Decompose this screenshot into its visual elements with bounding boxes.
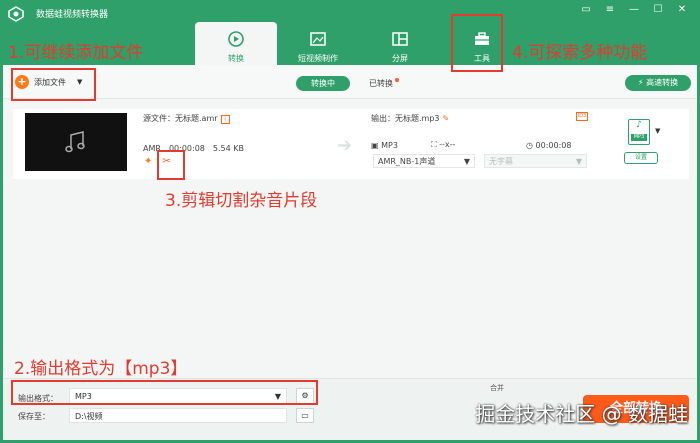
- resolution-icon: ⛶: [431, 140, 437, 149]
- output-file-label: 输出：无标题.mp3: [371, 114, 440, 123]
- menu-icon[interactable]: ≡: [604, 4, 616, 15]
- pencil-icon[interactable]: ✎: [443, 114, 450, 123]
- annotation-box-cut: [157, 150, 185, 180]
- source-size: 5.54 KB: [212, 144, 244, 153]
- info-icon[interactable]: i: [220, 115, 230, 124]
- app-title: 数据蛙视频转换器: [36, 10, 109, 20]
- clock-icon: ◷: [526, 140, 533, 150]
- tab-converting[interactable]: 转换中: [296, 76, 350, 91]
- output-duration: 00:00:08: [535, 140, 572, 150]
- output-format-icon[interactable]: ♪ MP3: [628, 119, 650, 145]
- notification-dot: [395, 78, 399, 82]
- output-resolution: --x--: [439, 140, 456, 149]
- split-screen-icon: [392, 32, 408, 46]
- convert-icon: [228, 31, 244, 47]
- magic-wand-icon[interactable]: ✦: [144, 156, 152, 167]
- annotation-3: 3.剪辑切割杂音片段: [165, 191, 318, 211]
- codec-value: AMR_NB-1声道: [378, 156, 436, 166]
- chevron-down-icon: ▼: [463, 156, 470, 166]
- main-panel: + 添加文件 ▼ 转换中 已转换 ⚡ 高速转换 源文件：无标题.amr i AMR…: [3, 65, 697, 378]
- file-icon: ▣: [371, 140, 379, 150]
- watermark: 掘金技术社区 @ 数据蛙: [475, 402, 688, 426]
- app-logo: [8, 6, 24, 22]
- annotation-box-add-file: [11, 68, 96, 101]
- save-to-label: 保存至：: [18, 412, 50, 421]
- arrow-right-icon: ➔: [337, 135, 353, 156]
- maximize-icon[interactable]: ☐: [652, 4, 664, 15]
- output-format: MP3: [381, 140, 398, 150]
- toolbar: + 添加文件 ▼ 转换中 已转换 ⚡ 高速转换: [3, 65, 697, 99]
- chevron-down-icon[interactable]: ▼: [655, 127, 660, 135]
- minimize-icon[interactable]: —: [628, 4, 640, 15]
- annotation-box-format: [11, 380, 318, 405]
- output-file-name: 输出：无标题.mp3 ✎: [371, 113, 449, 124]
- lightning-icon: ⚡: [637, 78, 644, 87]
- source-file-name: 源文件：无标题.amr i: [143, 113, 230, 124]
- format-badge: MP3: [631, 134, 647, 141]
- subtitle-value: 无字幕: [489, 156, 513, 166]
- window-controls: ▭ ≡ — ☐ ✕: [580, 4, 688, 15]
- save-path-field[interactable]: D:\视频: [69, 408, 287, 423]
- tab-split-screen[interactable]: 分屏: [359, 22, 441, 65]
- short-video-icon: [310, 32, 326, 46]
- settings-button[interactable]: 设置: [624, 152, 658, 164]
- music-icon: ♪: [636, 120, 642, 130]
- file-thumbnail[interactable]: [25, 113, 127, 171]
- high-speed-convert-button[interactable]: ⚡ 高速转换: [625, 75, 691, 91]
- source-file-label: 源文件：无标题.amr: [143, 114, 218, 123]
- tab-converted[interactable]: 已转换: [369, 78, 399, 89]
- music-note-icon: [65, 131, 85, 153]
- audio-codec-select[interactable]: AMR_NB-1声道 ▼: [373, 154, 475, 168]
- file-item: 源文件：无标题.amr i AMR 00:00:08 5.54 KB ✦ ✂ ➔ …: [13, 109, 689, 179]
- annotation-2: 2.输出格式为【mp3】: [14, 359, 188, 379]
- chevron-down-icon: ▼: [575, 156, 582, 166]
- merge-toggle[interactable]: 合并: [490, 383, 504, 393]
- close-icon[interactable]: ✕: [676, 4, 688, 15]
- tab-label: 分屏: [392, 54, 408, 63]
- output-info-icon[interactable]: ID3: [576, 112, 588, 121]
- annotation-4: 4.可探索多种功能: [512, 43, 648, 63]
- subtitle-select[interactable]: 无字幕 ▼: [484, 154, 587, 168]
- high-speed-label: 高速转换: [646, 78, 679, 87]
- tab-convert[interactable]: 转换: [195, 22, 277, 65]
- annotation-box-tools: [451, 14, 503, 72]
- tab-label: 转换: [228, 54, 244, 63]
- tab-short-video[interactable]: 短视频制作: [277, 22, 359, 65]
- chat-icon[interactable]: ▭: [580, 4, 592, 15]
- annotation-1: 1.可继续添加文件: [8, 43, 144, 63]
- converted-label: 已转换: [369, 79, 393, 88]
- folder-icon[interactable]: ▭: [296, 408, 314, 423]
- tab-label: 短视频制作: [298, 54, 338, 63]
- output-meta: ▣ MP3 ⛶ --x-- ◷ 00:00:08: [371, 140, 591, 150]
